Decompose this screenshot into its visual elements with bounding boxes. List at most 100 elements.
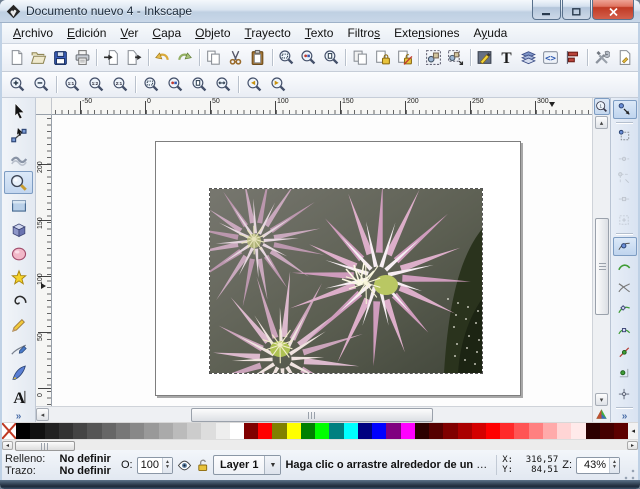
tweak-tool-button[interactable]: [4, 148, 33, 171]
sticky-zoom-toggle[interactable]: 1: [594, 98, 610, 115]
swatch-41[interactable]: [586, 423, 600, 439]
minimize-button[interactable]: [532, 0, 561, 20]
snap-bbox-centers-button[interactable]: [613, 211, 637, 230]
layer-lock-icon[interactable]: [196, 458, 209, 472]
menu-texto[interactable]: Texto: [298, 24, 341, 42]
inkscape-preferences-button[interactable]: [591, 46, 613, 69]
swatch-21[interactable]: [301, 423, 315, 439]
node-tool-button[interactable]: [4, 124, 33, 147]
snap-bbox-edge-midpoints-button[interactable]: [613, 190, 637, 209]
zoom-previous-button[interactable]: [242, 73, 266, 96]
swatch-34[interactable]: [486, 423, 500, 439]
horizontal-scroll-thumb[interactable]: [191, 408, 433, 422]
layer-visibility-icon[interactable]: [177, 459, 192, 472]
text-tool-button[interactable]: A: [4, 385, 33, 408]
toolbox-overflow[interactable]: »: [16, 411, 22, 422]
swatch-31[interactable]: [443, 423, 457, 439]
zoom-to-selection-button[interactable]: [276, 46, 298, 69]
palette-scroll-thumb[interactable]: [15, 441, 75, 451]
star-tool-button[interactable]: [4, 266, 33, 289]
layer-dropdown-arrow[interactable]: ▼: [264, 456, 280, 474]
paste-button[interactable]: [247, 46, 269, 69]
swatch-28[interactable]: [401, 423, 415, 439]
title-bar[interactable]: Documento nuevo 4 - Inkscape: [0, 0, 640, 23]
swatch-23[interactable]: [329, 423, 343, 439]
redo-button[interactable]: [174, 46, 196, 69]
menu-extensiones[interactable]: Extensiones: [387, 24, 466, 42]
scroll-down-arrow[interactable]: ▾: [595, 393, 608, 406]
swatch-9[interactable]: [130, 423, 144, 439]
maximize-button[interactable]: [562, 0, 591, 20]
swatch-22[interactable]: [315, 423, 329, 439]
swatch-43[interactable]: [614, 423, 628, 439]
fill-and-stroke-dialog-button[interactable]: [473, 46, 495, 69]
pen-tool-button[interactable]: [4, 338, 33, 361]
export-bitmap-button[interactable]: [122, 46, 144, 69]
document-properties-button[interactable]: [613, 46, 635, 69]
zoom-selection-button[interactable]: [139, 73, 163, 96]
print-document-button[interactable]: [71, 46, 93, 69]
swatch-15[interactable]: [216, 423, 230, 439]
swatch-25[interactable]: [358, 423, 372, 439]
box3d-tool-button[interactable]: [4, 219, 33, 242]
horizontal-ruler[interactable]: -50050100150200250300350: [52, 98, 592, 115]
ungroup-selection-button[interactable]: [444, 46, 466, 69]
menu-ver[interactable]: Ver: [113, 24, 145, 42]
zoom-to-page-button[interactable]: [320, 46, 342, 69]
swatch-17[interactable]: [244, 423, 258, 439]
duplicate-button[interactable]: [349, 46, 371, 69]
palette-scroll-right[interactable]: ▸: [627, 441, 638, 450]
swatch-30[interactable]: [429, 423, 443, 439]
vertical-scrollbar[interactable]: [594, 129, 609, 393]
swatch-40[interactable]: [571, 423, 585, 439]
spiral-tool-button[interactable]: [4, 290, 33, 313]
color-management-toggle[interactable]: [595, 406, 608, 422]
snap-line-midpoints-button[interactable]: [613, 343, 637, 362]
zoom-page-width-button[interactable]: [211, 73, 235, 96]
document-page[interactable]: [155, 141, 521, 396]
swatch-10[interactable]: [144, 423, 158, 439]
selector-tool-button[interactable]: [4, 100, 33, 123]
zoom-spin-arrows[interactable]: ▲▼: [609, 458, 619, 473]
zoom-out-button[interactable]: [29, 73, 53, 96]
import-bitmap-button[interactable]: [100, 46, 122, 69]
snap-cusp-nodes-button[interactable]: [613, 300, 637, 319]
zoom-1-1-button[interactable]: 1:1: [60, 73, 84, 96]
new-document-button[interactable]: [5, 46, 27, 69]
swatch-36[interactable]: [514, 423, 528, 439]
zoom-1-2-button[interactable]: 1:2: [84, 73, 108, 96]
horizontal-scrollbar[interactable]: ◂: [36, 406, 592, 422]
swatch-3[interactable]: [45, 423, 59, 439]
zoom-drawing-button[interactable]: [163, 73, 187, 96]
swatch-12[interactable]: [173, 423, 187, 439]
snap-rotation-centers-button[interactable]: [613, 385, 637, 404]
undo-button[interactable]: [151, 46, 173, 69]
cut-button[interactable]: [225, 46, 247, 69]
zoom-page-button[interactable]: [187, 73, 211, 96]
swatch-18[interactable]: [258, 423, 272, 439]
swatch-19[interactable]: [272, 423, 286, 439]
swatch-33[interactable]: [472, 423, 486, 439]
menu-objeto[interactable]: Objeto: [188, 24, 237, 42]
canvas[interactable]: [52, 115, 592, 406]
swatch-32[interactable]: [458, 423, 472, 439]
swatch-24[interactable]: [344, 423, 358, 439]
snap-bounding-box-button[interactable]: [613, 126, 637, 145]
palette-shift-left[interactable]: ◂: [628, 423, 638, 439]
menu-capa[interactable]: Capa: [145, 24, 188, 42]
swatch-13[interactable]: [187, 423, 201, 439]
menu-trayecto[interactable]: Trayecto: [238, 24, 298, 42]
menu-archivo[interactable]: Archivo: [6, 24, 60, 42]
swatch-8[interactable]: [116, 423, 130, 439]
snap-bbox-edges-button[interactable]: [613, 147, 637, 166]
swatch-none[interactable]: [2, 423, 16, 439]
scroll-up-arrow[interactable]: ▴: [595, 116, 608, 129]
align-distribute-dialog-button[interactable]: [562, 46, 584, 69]
snap-smooth-nodes-button[interactable]: [613, 321, 637, 340]
palette-scroll-left[interactable]: ◂: [2, 441, 13, 450]
close-button[interactable]: [592, 0, 634, 20]
opacity-spinbox[interactable]: 100 ▲▼: [137, 457, 173, 474]
palette-scrollbar[interactable]: ◂ ▸: [2, 439, 638, 450]
text-dialog-button[interactable]: T: [496, 46, 518, 69]
snapbar-overflow[interactable]: »: [622, 411, 628, 422]
